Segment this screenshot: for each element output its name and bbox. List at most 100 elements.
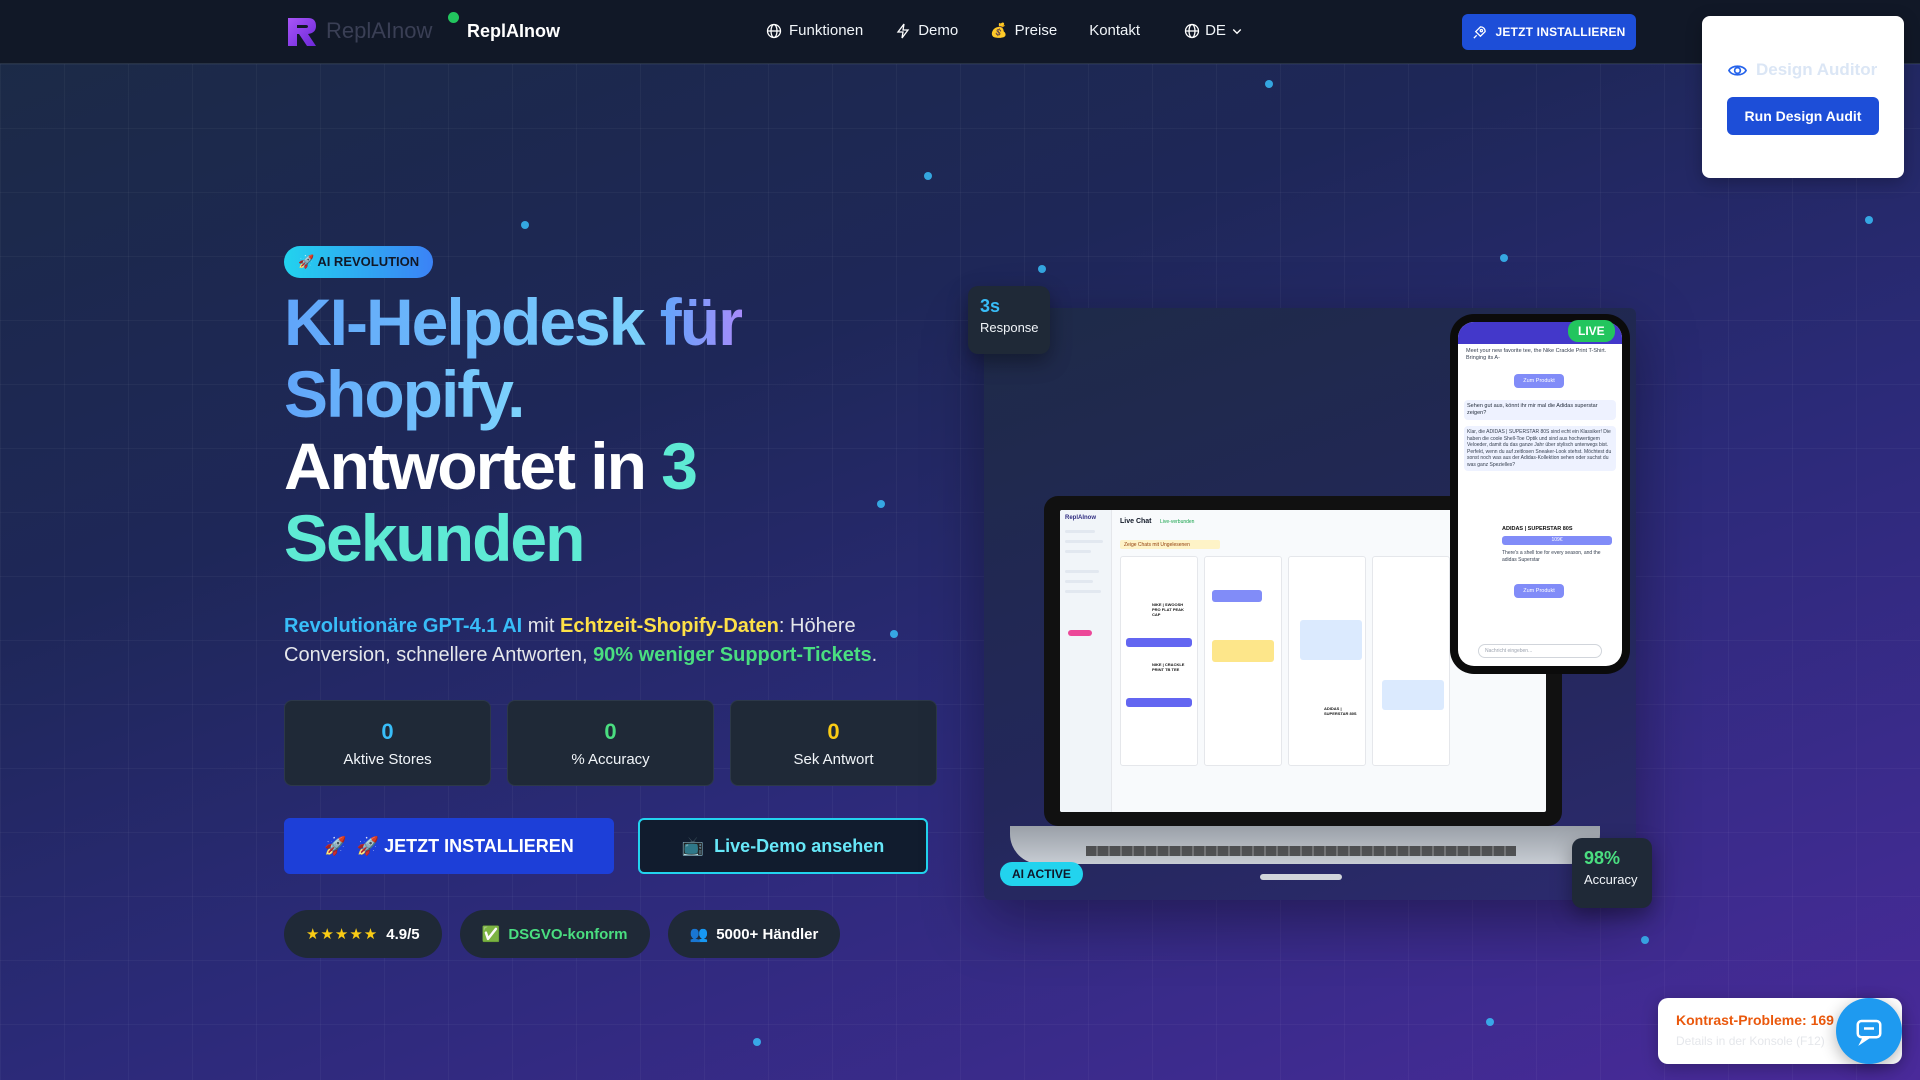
ai-active-badge: AI ACTIVE — [1000, 862, 1083, 886]
chat-message: Meet your new favorite tee, the Nike Cra… — [1466, 348, 1607, 361]
response-label: Response — [980, 320, 1039, 335]
phone-product-button[interactable]: Zum Produkt — [1514, 374, 1564, 388]
heading-part: für — [659, 285, 744, 359]
hero-heading: KI-Helpdesk für Shopify. Antwortet in 3 … — [284, 285, 744, 575]
decor-dot — [1486, 1018, 1494, 1026]
brand-logo-icon[interactable] — [284, 14, 320, 50]
design-auditor-panel: Design Auditor Run Design Audit — [1702, 16, 1904, 178]
response-card: 3s Response — [968, 286, 1050, 354]
accuracy-label: Accuracy — [1584, 872, 1638, 887]
ai-revolution-badge: 🚀 AI REVOLUTION — [284, 246, 434, 278]
accuracy-value: 98% — [1584, 848, 1621, 868]
decor-dot — [1865, 216, 1873, 224]
lead-highlight: Echtzeit-Shopify-Daten — [559, 615, 779, 637]
laptop-status: Live-verbunden — [1160, 519, 1195, 525]
bolt-icon — [896, 23, 910, 38]
trust-badges: ★★★★★ 4.9/5 ✅ DSGVO-konform 👥 5000+ Händ… — [284, 910, 841, 958]
stat-card-response: 0 Sek Antwort — [730, 700, 937, 786]
heading-part: Sekunden — [284, 501, 585, 575]
auditor-title-text: Design Auditor — [1756, 60, 1878, 79]
auditor-title: Design Auditor — [1728, 60, 1877, 80]
language-selector[interactable]: DE — [1184, 22, 1243, 39]
live-demo-button[interactable]: 📺 Live-Demo ansehen — [638, 818, 928, 874]
stat-label: Aktive Stores — [343, 751, 432, 768]
chevron-down-icon — [1232, 28, 1242, 34]
phone-screen: Meet your new favorite tee, the Nike Cra… — [1458, 322, 1622, 666]
decor-dot — [521, 221, 529, 229]
laptop-product: NIKE | SWOOSH PRO FLAT PEAK CAP — [1152, 602, 1184, 617]
nav-link-kontakt[interactable]: Kontakt — [1089, 22, 1140, 39]
decor-dot — [1265, 80, 1273, 88]
merchants-badge: 👥 5000+ Händler — [667, 910, 841, 958]
laptop-trackpad — [1260, 874, 1342, 880]
nav-link-preise[interactable]: 💰 Preise — [990, 22, 1057, 39]
laptop-title: Live Chat — [1120, 518, 1152, 525]
response-value: 3s — [980, 296, 1001, 316]
brand-name[interactable]: ReplAInow — [467, 21, 560, 42]
globe-icon — [766, 23, 782, 38]
stat-value: 0 — [604, 719, 617, 744]
eye-icon — [1728, 64, 1747, 76]
stat-label: Sek Antwort — [793, 751, 874, 768]
heading-part: Antwortet in — [284, 429, 662, 503]
nav-links: Funktionen Demo 💰 Preise Kontakt DE — [766, 22, 1243, 39]
decor-dot — [753, 1038, 761, 1046]
install-button-label: 🚀 JETZT INSTALLIEREN — [356, 835, 574, 856]
decor-dot — [1641, 936, 1649, 944]
laptop-keyboard — [1086, 846, 1516, 856]
lead-highlight: Revolutionäre GPT-4.1 AI — [284, 615, 523, 637]
laptop-brand: ReplAInow — [1065, 515, 1096, 521]
globe-icon — [1184, 23, 1200, 38]
rating-badge: ★★★★★ 4.9/5 — [284, 910, 442, 958]
chat-message: Klar, die ADIDAS | SUPERSTAR 80S sind ec… — [1464, 426, 1616, 471]
heading-part: Shopify. — [284, 357, 525, 431]
stat-value: 0 — [827, 719, 840, 744]
run-design-audit-button[interactable]: Run Design Audit — [1727, 97, 1879, 135]
gdpr-label: DSGVO-konform — [508, 925, 628, 943]
merchants-label: 5000+ Händler — [716, 925, 819, 943]
live-badge: LIVE — [1568, 320, 1615, 342]
install-button[interactable]: 🚀 🚀 JETZT INSTALLIEREN — [284, 818, 614, 874]
chat-widget-button[interactable] — [1836, 998, 1902, 1064]
phone-product-button[interactable]: Zum Produkt — [1514, 584, 1564, 598]
laptop-base — [1010, 826, 1600, 864]
phone-chat-input[interactable]: Nachricht eingeben... — [1478, 644, 1602, 658]
decor-dot — [1500, 254, 1508, 262]
nav-link-funktionen[interactable]: Funktionen — [766, 22, 863, 39]
nav-link-demo[interactable]: Demo — [895, 22, 958, 39]
toast-title: Kontrast-Probleme: 169 — [1676, 1012, 1834, 1028]
accuracy-card: 98% Accuracy — [1572, 838, 1652, 908]
decor-dot — [1038, 265, 1046, 273]
brand-ghost-text: ReplAInow — [326, 18, 433, 43]
gdpr-badge: ✅ DSGVO-konform — [459, 910, 650, 958]
users-icon: 👥 — [689, 926, 709, 943]
toast-subtitle: Details in der Konsole (F12) — [1676, 1034, 1825, 1048]
stat-card-stores: 0 Aktive Stores — [284, 700, 491, 786]
nav-link-label: Demo — [918, 22, 959, 39]
moneybag-icon: 💰 — [990, 22, 1008, 38]
lead-highlight: 90% weniger Support-Tickets — [593, 644, 872, 666]
laptop-sidebar: ReplAInow — [1060, 510, 1112, 812]
nav-install-button[interactable]: JETZT INSTALLIEREN — [1462, 14, 1636, 50]
checkmark-icon: ✅ — [481, 926, 501, 943]
online-indicator — [448, 12, 459, 23]
laptop-filter: Zeige Chats mit Ungelesenen — [1120, 540, 1220, 549]
live-demo-label: Live-Demo ansehen — [714, 835, 885, 856]
nav-link-label: Funktionen — [789, 22, 864, 39]
rocket-icon — [1473, 25, 1487, 39]
decor-dot — [924, 172, 932, 180]
nav-install-label: JETZT INSTALLIEREN — [1495, 25, 1626, 39]
hero-lead: Revolutionäre GPT-4.1 AI mit Echtzeit-Sh… — [284, 612, 924, 670]
heading-part: 3 — [661, 429, 698, 503]
stats-row: 0 Aktive Stores 0 % Accuracy 0 Sek Antwo… — [284, 700, 937, 786]
lead-text: mit — [522, 615, 560, 637]
lead-text: . — [871, 644, 878, 666]
stat-card-accuracy: 0 % Accuracy — [507, 700, 714, 786]
language-value: DE — [1205, 22, 1226, 39]
phone-mockup: Meet your new favorite tee, the Nike Cra… — [1450, 314, 1630, 674]
nav-link-label: Preise — [1014, 22, 1058, 39]
decor-dot — [877, 500, 885, 508]
phone-product-price: 109€ — [1502, 536, 1612, 545]
chat-message: There's a shell toe for every season, an… — [1502, 550, 1601, 563]
top-navbar: ReplAInow ReplAInow Funktionen Demo 💰 Pr… — [0, 0, 1920, 64]
